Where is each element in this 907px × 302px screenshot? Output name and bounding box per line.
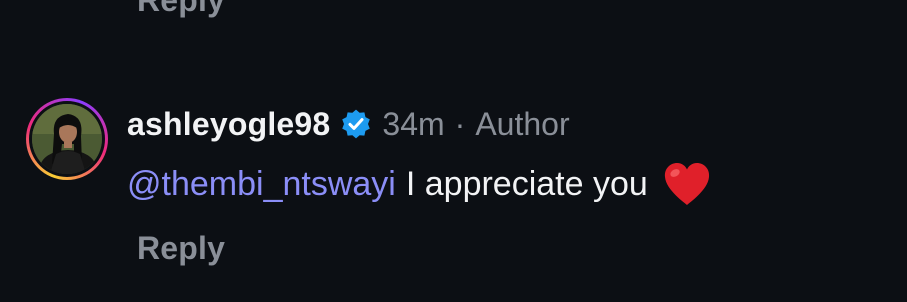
- avatar-gap: [29, 101, 105, 177]
- comment-meta: ashleyogle98 34m · Author: [127, 104, 712, 144]
- comment-text: @thembi_ntswayi I appreciate you: [127, 162, 712, 206]
- comment: ashleyogle98 34m · Author @thembi_ntsway…: [127, 104, 712, 206]
- username[interactable]: ashleyogle98: [127, 106, 330, 143]
- comment-body: I appreciate you: [405, 164, 648, 203]
- reply-button[interactable]: Reply: [137, 230, 225, 267]
- avatar[interactable]: [26, 98, 108, 180]
- red-heart-icon: [664, 163, 709, 205]
- author-label: Author: [475, 105, 570, 142]
- avatar-image: [32, 104, 102, 174]
- avatar-photo-icon: [32, 104, 102, 174]
- previous-reply-button[interactable]: Reply: [137, 0, 225, 19]
- meta-separator: ·: [454, 105, 466, 142]
- mention-link[interactable]: @thembi_ntswayi: [127, 165, 396, 204]
- verified-badge-icon: [342, 109, 371, 139]
- comment-thread: Reply ashleyogle98 34m · Author @thembi_…: [0, 0, 907, 302]
- comment-time: 34m: [382, 105, 445, 142]
